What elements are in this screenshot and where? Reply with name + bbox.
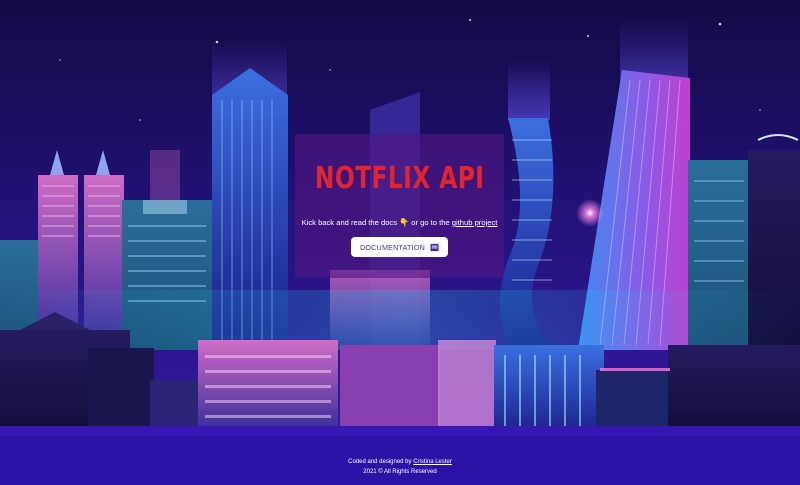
hero-card: NOTFLIX API Kick back and read the docs … — [295, 134, 504, 278]
page-footer: Coded and designed by Cristina Lester 20… — [0, 436, 800, 485]
author-link[interactable]: Cristina Lester — [413, 459, 452, 465]
hero-title: NOTFLIX API — [314, 161, 485, 196]
subtitle-middle: or go to the — [411, 218, 450, 227]
footer-credit-prefix: Coded and designed by — [348, 459, 412, 465]
hero-subtitle: Kick back and read the docs 👇 or go to t… — [302, 218, 498, 227]
footer-credit: Coded and designed by Cristina Lester — [348, 459, 452, 465]
documentation-button-label: DOCUMENTATION — [359, 242, 426, 252]
pointing-hand-icon: 👇 — [399, 218, 410, 227]
documentation-button[interactable]: DOCUMENTATION — [350, 237, 449, 257]
subtitle-prefix: Kick back and read the docs — [301, 218, 398, 227]
footer-copyright: 2021 © All Rights Reserved — [363, 469, 437, 475]
github-project-link[interactable]: github project — [452, 218, 498, 227]
book-icon — [430, 243, 439, 251]
